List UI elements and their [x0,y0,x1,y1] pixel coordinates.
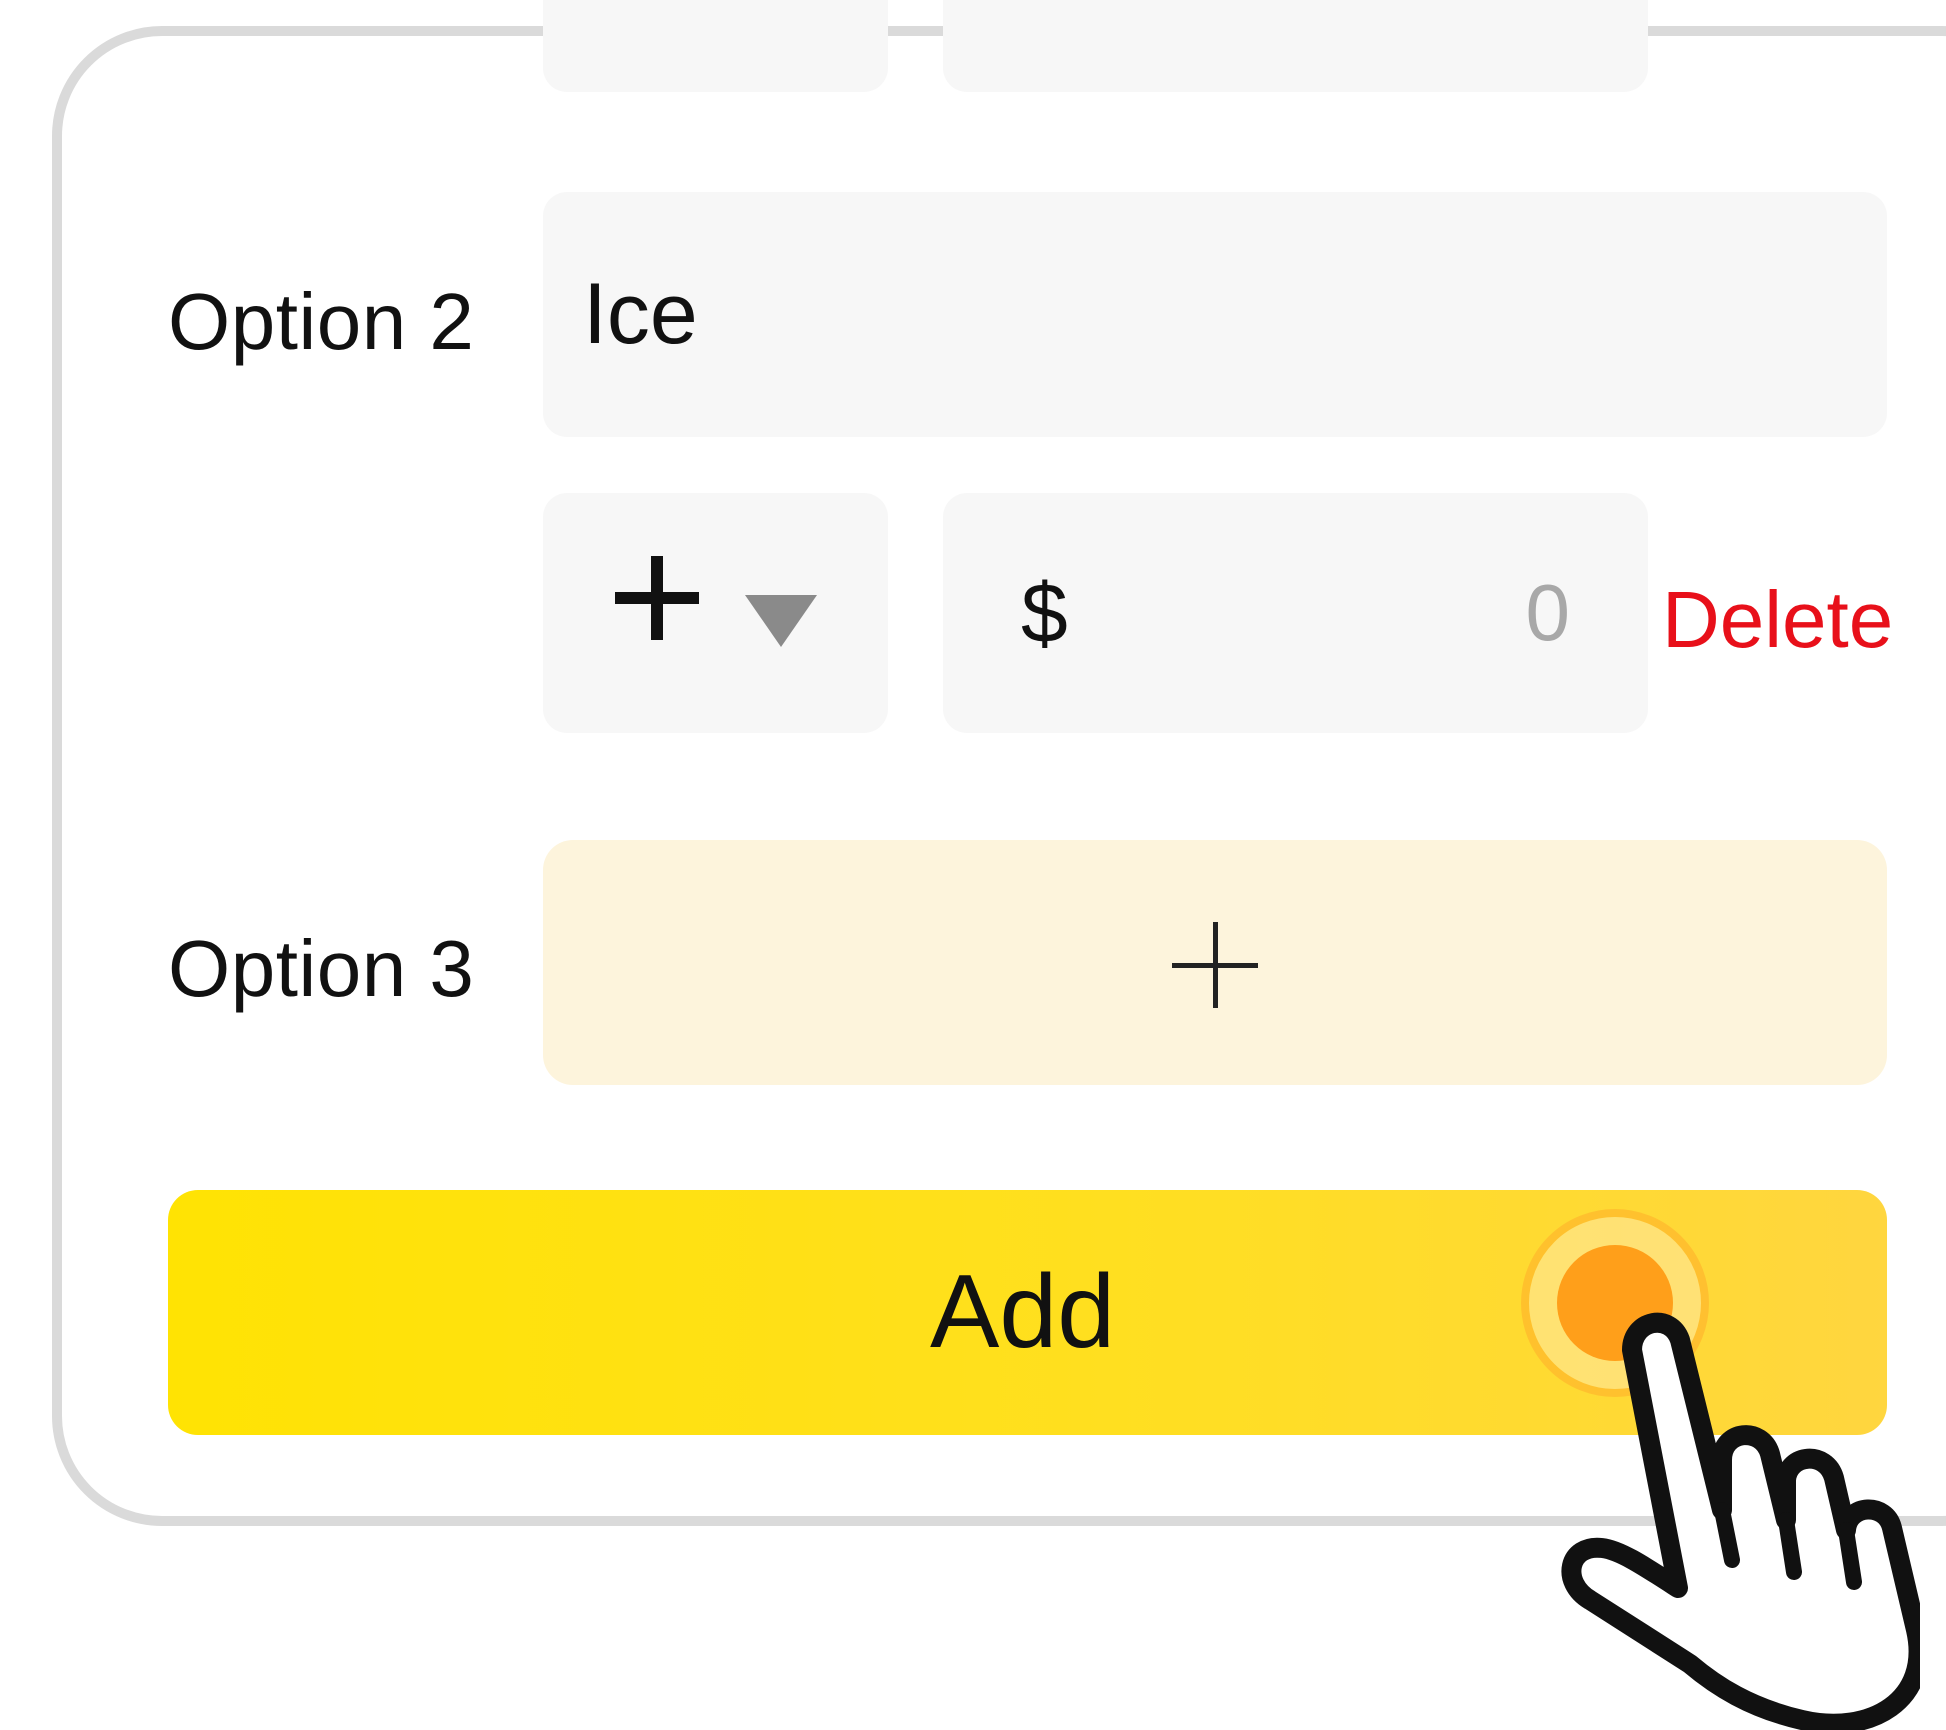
option2-sign-select[interactable] [543,493,888,733]
add-option3-button[interactable] [543,840,1887,1085]
currency-symbol: $ [1021,565,1068,660]
option2-delete-link[interactable]: Delete [1662,580,1893,660]
option3-label: Option 3 [168,924,475,1013]
option2-name-value[interactable]: Ice [583,192,698,437]
option2-price-input[interactable] [1170,493,1570,733]
product-options-form: Option 2 Ice $ Delete Option 3 Add [0,0,1946,1730]
plus-sign-icon [615,556,699,640]
add-button[interactable]: Add [168,1190,1887,1435]
add-button-label: Add [930,1254,1116,1370]
option2-name-field[interactable]: Ice [543,192,1887,437]
caret-down-icon [745,595,817,647]
plus-icon [1172,922,1258,1008]
option2-label: Option 2 [168,277,475,366]
option1-sign-select-partial[interactable] [543,0,888,92]
option2-price-field[interactable]: $ [943,493,1648,733]
option1-price-field-partial[interactable] [943,0,1648,92]
